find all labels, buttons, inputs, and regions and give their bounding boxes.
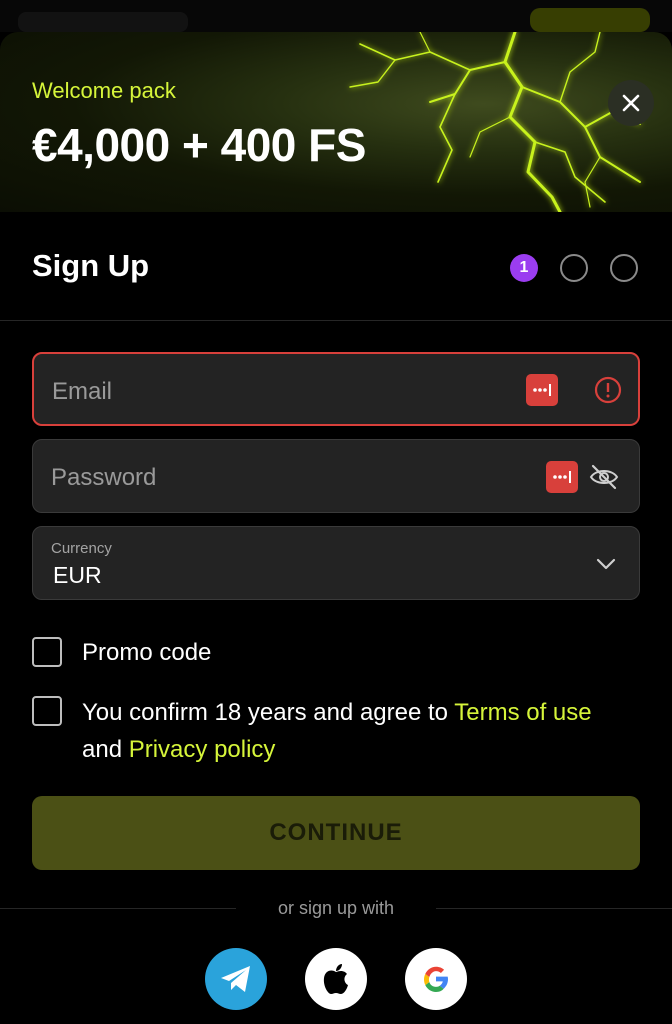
step-indicator-2 [560,254,588,282]
chevron-down-icon [596,558,616,570]
error-icon [594,376,622,404]
eye-off-icon[interactable] [589,463,619,491]
email-field[interactable]: Email [32,352,640,426]
promo-code-checkbox[interactable] [32,637,62,667]
close-button[interactable] [608,80,654,126]
step-indicator-1: 1 [510,254,538,282]
currency-label: Currency [51,540,112,557]
terms-text: You confirm 18 years and agree to Terms … [82,694,592,768]
step-indicator-3 [610,254,638,282]
welcome-label: Welcome pack [32,78,176,103]
continue-button[interactable]: CONTINUE [32,796,640,870]
bonus-amount: €4,000 + 400 FS [32,119,366,171]
terms-of-use-link[interactable]: Terms of use [454,699,591,726]
password-manager-icon[interactable] [526,374,558,406]
signup-header: Sign Up 1 [0,212,672,321]
page-title: Sign Up [32,248,150,283]
currency-value: EUR [53,562,102,588]
google-button[interactable] [405,948,467,1010]
google-icon [424,966,448,992]
apple-icon [323,964,348,994]
promo-code-label: Promo code [82,639,212,666]
promo-banner: Welcome pack €4,000 + 400 FS [0,32,672,212]
apple-button[interactable] [305,948,367,1010]
background-app-header [0,0,672,32]
password-manager-icon[interactable] [546,461,578,493]
password-field[interactable]: Password [32,439,640,513]
currency-select[interactable]: Currency EUR [32,526,640,600]
privacy-policy-link[interactable]: Privacy policy [129,736,276,763]
telegram-icon [221,966,250,992]
background-logo [18,12,188,32]
promo-code-row[interactable]: Promo code [32,637,211,667]
terms-and: and [82,736,129,763]
email-placeholder: Email [52,378,113,405]
close-icon [622,94,640,112]
or-sign-up-label: or sign up with [277,898,395,918]
telegram-button[interactable] [205,948,267,1010]
terms-prefix: You confirm 18 years and agree to [82,699,455,726]
password-placeholder: Password [51,464,157,491]
background-button [530,8,650,32]
terms-row[interactable]: You confirm 18 years and agree to Terms … [32,696,592,763]
terms-checkbox[interactable] [32,696,62,726]
